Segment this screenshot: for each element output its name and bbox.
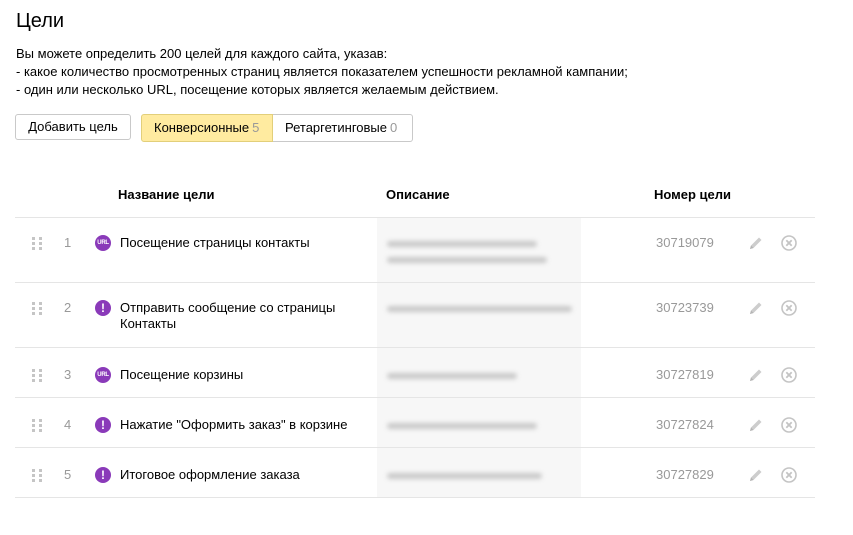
goal-name: Отправить сообщение со страницы Контакты bbox=[120, 300, 336, 331]
goal-name: Посещение корзины bbox=[120, 367, 244, 382]
url-goal-icon: URL bbox=[95, 235, 111, 251]
goals-page: Цели Вы можете определить 200 целей для … bbox=[0, 0, 853, 535]
drag-handle-icon[interactable] bbox=[32, 369, 42, 385]
goal-type-switch: Конверсионные 5 Ретаргетинговые 0 bbox=[141, 114, 413, 142]
goal-description-redacted bbox=[377, 448, 581, 497]
row-number: 1 bbox=[64, 235, 72, 250]
goals-table: 1 URL Посещение страницы контакты 30719079 2… bbox=[15, 217, 815, 498]
close-icon[interactable] bbox=[781, 235, 797, 251]
goal-description-redacted bbox=[377, 398, 581, 447]
drag-handle-icon[interactable] bbox=[32, 469, 42, 485]
pencil-icon[interactable] bbox=[748, 300, 764, 316]
close-icon[interactable] bbox=[781, 300, 797, 316]
pencil-icon[interactable] bbox=[748, 417, 764, 433]
column-header-description: Описание bbox=[386, 187, 450, 202]
goal-description-redacted bbox=[377, 348, 581, 397]
drag-handle-icon[interactable] bbox=[32, 302, 42, 318]
tab-conversion[interactable]: Конверсионные 5 bbox=[141, 114, 273, 142]
row-number: 2 bbox=[64, 300, 72, 315]
pencil-icon[interactable] bbox=[748, 235, 764, 251]
close-icon[interactable] bbox=[781, 417, 797, 433]
tab-count: 0 bbox=[389, 120, 398, 135]
url-goal-icon: URL bbox=[95, 367, 111, 383]
goal-id: 30727824 bbox=[656, 417, 714, 432]
pencil-icon[interactable] bbox=[748, 367, 764, 383]
intro-text: Вы можете определить 200 целей для каждо… bbox=[16, 45, 628, 99]
table-row[interactable]: 1 URL Посещение страницы контакты 30719079 bbox=[15, 218, 815, 283]
goal-id: 30727829 bbox=[656, 467, 714, 482]
close-icon[interactable] bbox=[781, 467, 797, 483]
intro-line: - какое количество просмотренных страниц… bbox=[16, 64, 628, 79]
intro-line: - один или несколько URL, посещение кото… bbox=[16, 82, 499, 97]
goal-name: Посещение страницы контакты bbox=[120, 235, 310, 250]
row-number: 4 bbox=[64, 417, 72, 432]
intro-line: Вы можете определить 200 целей для каждо… bbox=[16, 46, 388, 61]
goal-id: 30719079 bbox=[656, 235, 714, 250]
goal-name: Итоговое оформление заказа bbox=[120, 467, 300, 482]
page-title: Цели bbox=[16, 10, 65, 32]
goal-name: Нажатие "Оформить заказ" в корзине bbox=[120, 417, 348, 432]
goal-id: 30727819 bbox=[656, 367, 714, 382]
drag-handle-icon[interactable] bbox=[32, 419, 42, 435]
pencil-icon[interactable] bbox=[748, 467, 764, 483]
tab-count: 5 bbox=[252, 120, 260, 135]
js-event-goal-icon: ! bbox=[95, 467, 111, 483]
goal-id: 30723739 bbox=[656, 300, 714, 315]
goal-description-redacted bbox=[377, 218, 581, 282]
column-header-id: Номер цели bbox=[654, 187, 732, 202]
table-row[interactable]: 3 URL Посещение корзины 30727819 bbox=[15, 348, 815, 398]
js-event-goal-icon: ! bbox=[95, 417, 111, 433]
add-goal-button[interactable]: Добавить цель bbox=[15, 114, 131, 140]
tab-label: Конверсионные bbox=[154, 120, 250, 135]
column-header-name: Название цели bbox=[118, 187, 215, 202]
drag-handle-icon[interactable] bbox=[32, 237, 42, 253]
js-event-goal-icon: ! bbox=[95, 300, 111, 316]
table-row[interactable]: 4! Нажатие "Оформить заказ" в корзине 3072… bbox=[15, 398, 815, 448]
row-number: 3 bbox=[64, 367, 72, 382]
goal-description-redacted bbox=[377, 283, 581, 347]
tab-label: Ретаргетинговые bbox=[285, 120, 387, 135]
row-number: 5 bbox=[64, 467, 72, 482]
table-row[interactable]: 2! Отправить сообщение со страницы Контак… bbox=[15, 283, 815, 348]
close-icon[interactable] bbox=[781, 367, 797, 383]
tab-retargeting[interactable]: Ретаргетинговые 0 bbox=[273, 114, 413, 142]
table-row[interactable]: 5! Итоговое оформление заказа 30727829 bbox=[15, 448, 815, 498]
